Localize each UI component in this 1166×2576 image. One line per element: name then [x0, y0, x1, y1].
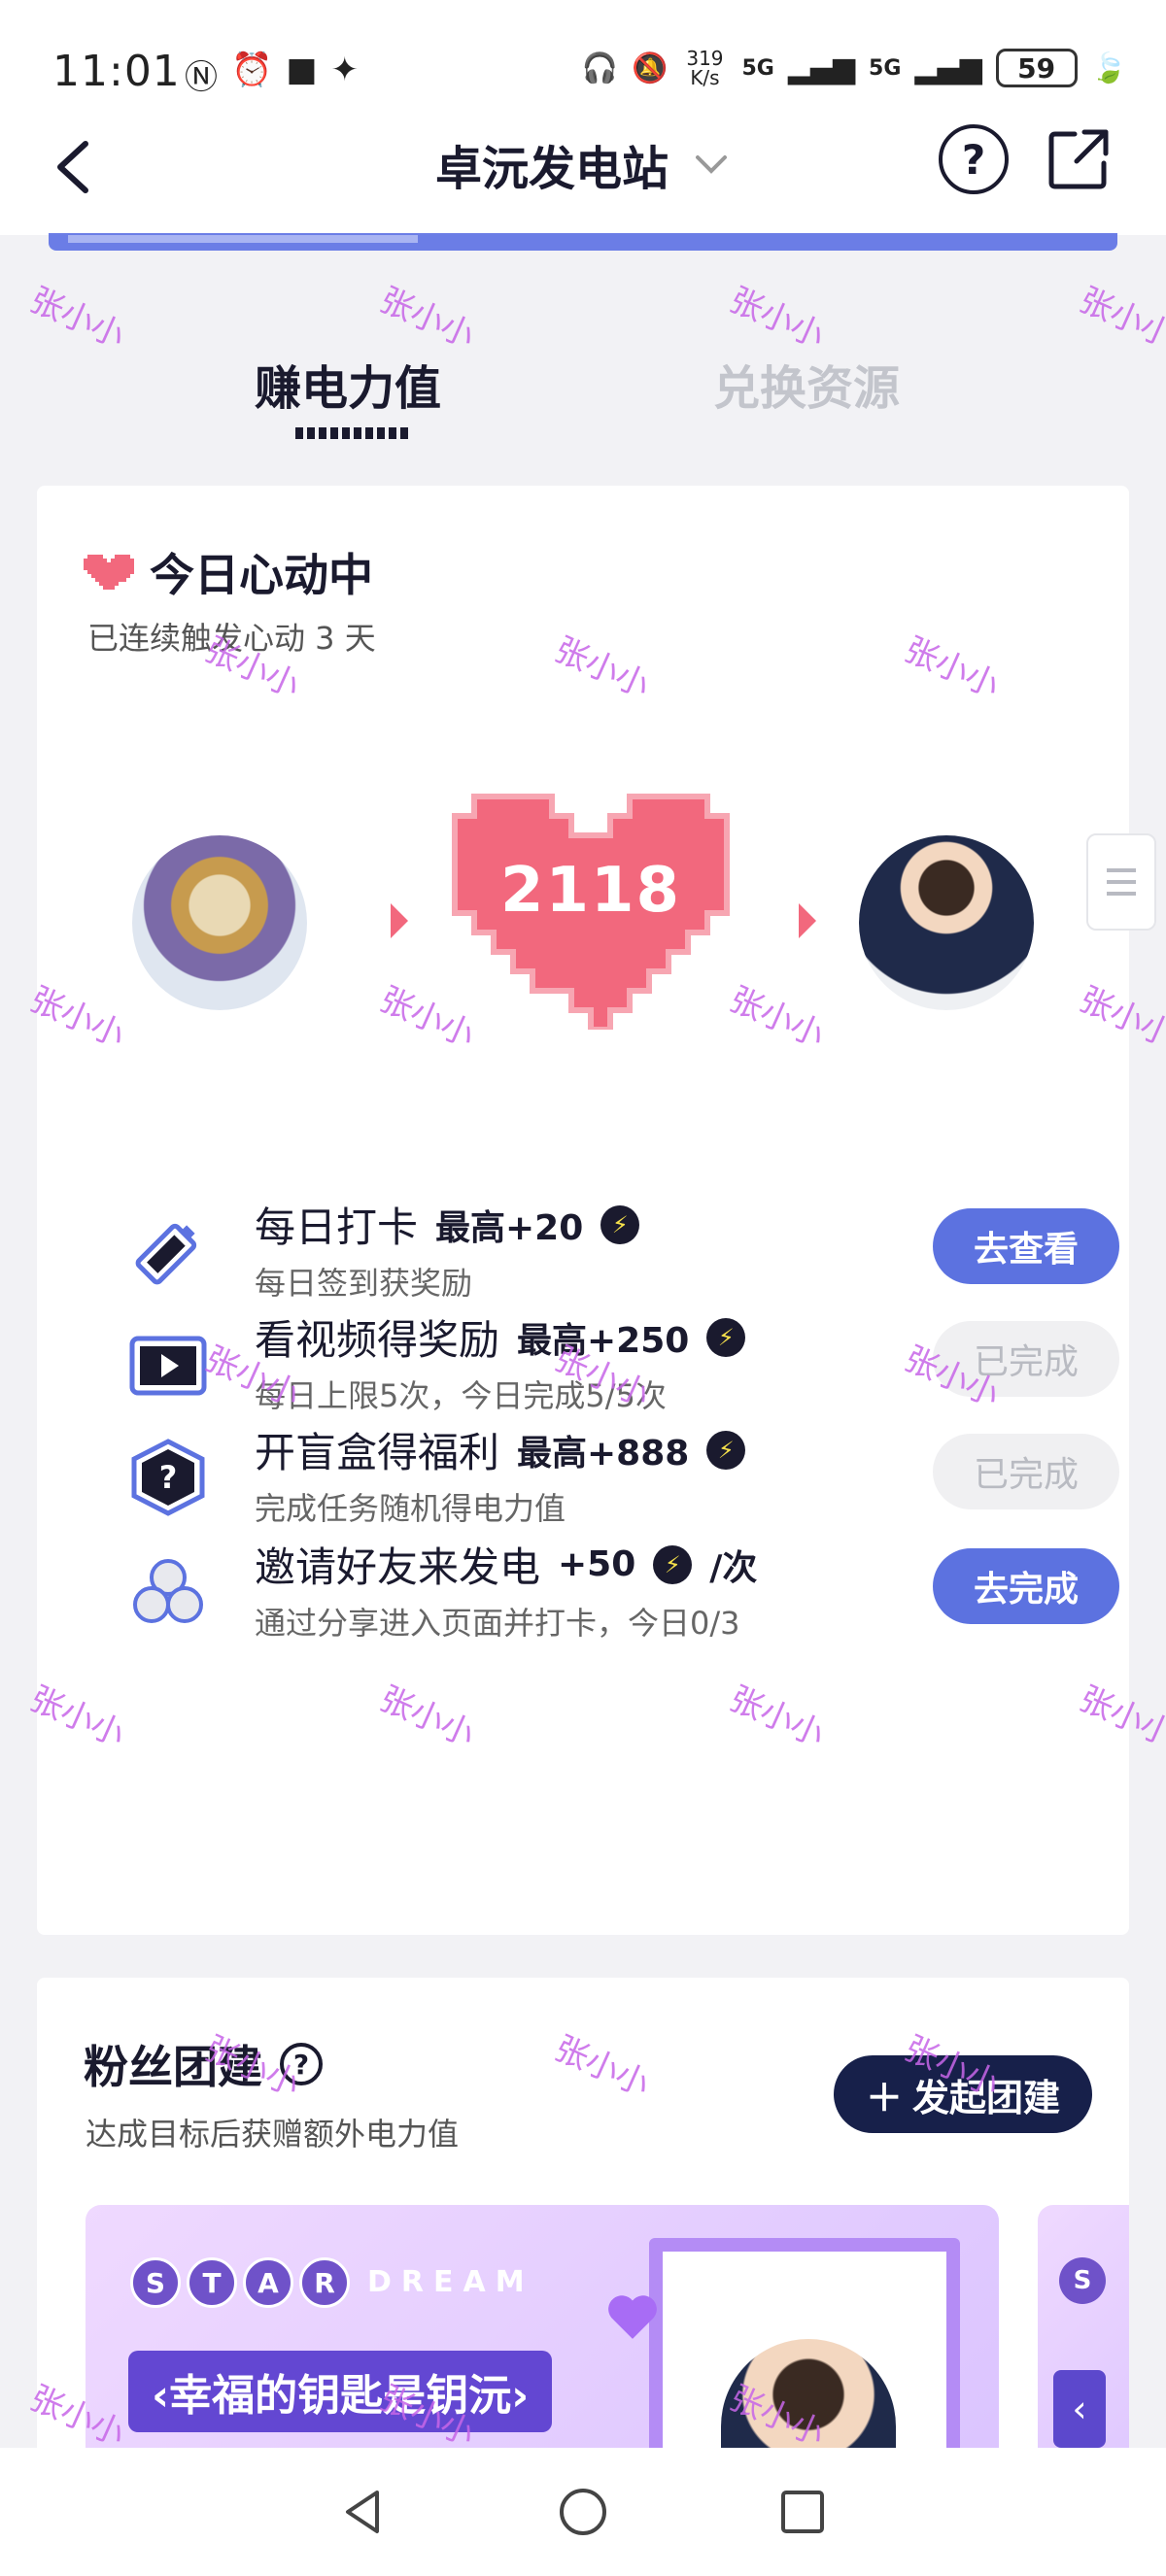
tab-active-indicator: [295, 427, 412, 439]
task-title: 每日打卡: [255, 1203, 419, 1251]
top-progress-strip: [49, 233, 1117, 251]
task-desc: 通过分享进入页面并打卡，今日0/3: [255, 1605, 740, 1642]
tab-earn-power[interactable]: 赚电力值: [255, 350, 441, 418]
headphones-icon: 🎧: [581, 51, 619, 85]
app-notification-icon: ■: [286, 51, 318, 89]
watermark: 张小小: [723, 280, 831, 356]
arrow-right-icon: [799, 903, 816, 938]
task-title: 看视频得奖励: [255, 1316, 500, 1364]
task-reward: +50: [558, 1544, 636, 1584]
network-speed: 319 K/s: [686, 47, 724, 89]
signal-bars-icon-2: ▂▄▆: [914, 51, 982, 85]
side-drag-handle[interactable]: [1086, 833, 1156, 931]
nfc-icon: Ⓝ: [185, 58, 218, 97]
banner-star-letters: S T A R: [130, 2257, 350, 2308]
nav-home-icon[interactable]: [556, 2485, 610, 2539]
task-reward-unit: /次: [709, 1547, 758, 1588]
status-icons-right: 🎧 🔕 319 K/s 5G ▂▄▆ 5G ▂▄▆ 59 🍃: [582, 49, 1127, 87]
leaf-icon: 🍃: [1090, 51, 1127, 85]
battery-icon: [135, 1223, 197, 1285]
banner-letter: T: [187, 2257, 237, 2308]
banner-letter: A: [243, 2257, 293, 2308]
lightning-icon: ⚡: [706, 1430, 746, 1470]
nav-recents-icon[interactable]: [775, 2485, 830, 2539]
tab-redeem-resources[interactable]: 兑换资源: [713, 350, 900, 418]
heart-task-card: 今日心动中 已连续触发心动 3 天 2118 每日打卡 最高+20 ⚡ 每日签到…: [37, 486, 1129, 1935]
banner-dream-word: DREAM: [367, 2265, 534, 2299]
banner-peek-letter: S: [1059, 2257, 1106, 2304]
nav-back-icon[interactable]: [336, 2485, 391, 2539]
svg-text:?: ?: [159, 1459, 178, 1496]
title-dropdown[interactable]: 卓沅发电站: [435, 130, 731, 198]
plus-icon: ＋: [865, 2076, 903, 2119]
task-title-row: 看视频得奖励 最高+250 ⚡: [255, 1307, 746, 1367]
lightning-icon: ⚡: [653, 1544, 693, 1584]
task-title: 开盲盒得福利: [255, 1429, 500, 1476]
idol-avatar[interactable]: [859, 835, 1034, 1010]
heart-title-text: 今日心动中: [150, 549, 373, 601]
task-complete-button[interactable]: 去完成: [933, 1548, 1119, 1624]
alarm-icon: ⏰: [231, 51, 273, 89]
app-header: 卓沅发电站 ?: [0, 107, 1166, 235]
task-title-row: 开盲盒得福利 最高+888 ⚡: [255, 1420, 746, 1479]
signal-bars-icon: ▂▄▆: [787, 51, 856, 85]
signal-5g-2: 5G: [869, 55, 902, 81]
help-button[interactable]: ?: [939, 124, 1009, 194]
watermark: 张小小: [373, 280, 481, 356]
heart-section-title: 今日心动中: [84, 540, 373, 604]
heart-count: 2118: [499, 855, 682, 927]
cloud-icon: ✦: [330, 51, 359, 89]
banner-prev-button[interactable]: ‹: [1053, 2370, 1106, 2448]
task-view-button[interactable]: 去查看: [933, 1208, 1119, 1284]
page-title: 卓沅发电站: [434, 142, 669, 196]
watermark: 张小小: [23, 280, 131, 356]
chevron-down-icon: [696, 155, 727, 174]
arrow-left-icon: [391, 903, 408, 938]
pixel-heart-icon: [84, 555, 134, 590]
battery-indicator: 59: [995, 49, 1078, 87]
task-title-row: 邀请好友来发电 +50 ⚡ /次: [255, 1535, 757, 1594]
task-done-button[interactable]: 已完成: [933, 1434, 1119, 1509]
task-desc: 完成任务随机得电力值: [255, 1490, 566, 1527]
task-invite-friends: 邀请好友来发电 +50 ⚡ /次 通过分享进入页面并打卡，今日0/3 去完成: [124, 1535, 1125, 1680]
banner-heart-icon: [608, 2295, 657, 2339]
video-icon: [129, 1336, 207, 1396]
watermark: 张小小: [1073, 280, 1166, 356]
task-title-row: 每日打卡 最高+20 ⚡: [255, 1195, 640, 1254]
mute-icon: 🔕: [632, 51, 669, 85]
friends-icon: [133, 1559, 203, 1623]
task-title: 邀请好友来发电: [255, 1543, 541, 1591]
share-icon[interactable]: [1046, 126, 1112, 192]
task-desc: 每日签到获奖励: [255, 1265, 473, 1302]
system-nav-bar: [0, 2448, 1166, 2576]
mystery-box-icon: ?: [131, 1439, 205, 1516]
banner-slogan: ‹幸福的钥匙是钥沅›: [128, 2351, 553, 2432]
fans-subtitle: 达成目标后获赠额外电力值: [86, 2116, 460, 2152]
user-avatar[interactable]: [132, 835, 307, 1010]
task-reward: 最高+20: [435, 1207, 584, 1248]
lightning-icon: ⚡: [600, 1204, 640, 1244]
status-time: 11:01: [52, 47, 181, 96]
status-icons-left: Ⓝ ⏰ ■ ✦: [185, 51, 359, 98]
banner-letter: R: [299, 2257, 350, 2308]
lightning-icon: ⚡: [706, 1317, 746, 1357]
signal-5g-1: 5G: [741, 55, 774, 81]
task-reward: 最高+888: [517, 1433, 690, 1474]
banner-letter: S: [130, 2257, 181, 2308]
tab-bar: 赚电力值 兑换资源: [0, 350, 1166, 457]
